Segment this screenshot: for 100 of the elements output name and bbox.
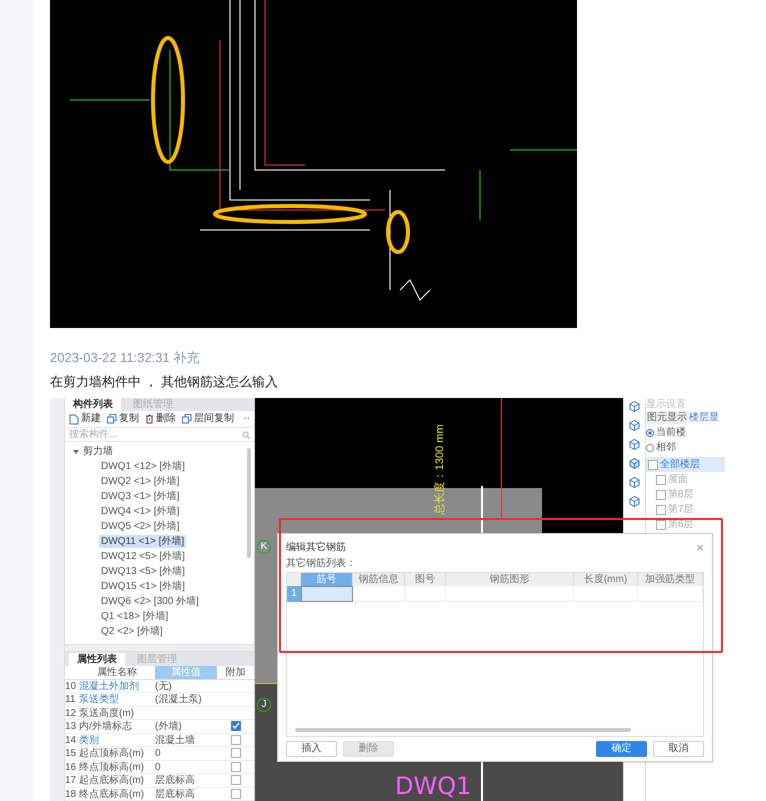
list-label: 其它钢筋列表： xyxy=(286,556,357,571)
tree-item[interactable]: DWQ15 <1> [外墙] xyxy=(99,580,187,593)
row-number: 11 xyxy=(65,693,79,706)
view-cube-icon[interactable] xyxy=(628,495,641,508)
checkbox[interactable] xyxy=(656,474,666,484)
dialog-button[interactable]: 确定 xyxy=(596,741,647,757)
table-cell: (外墙) xyxy=(155,720,217,734)
dialog-title: 编辑其它钢筋 xyxy=(286,540,346,554)
copy-icon xyxy=(182,414,192,424)
panel-tab[interactable]: 楼层显 xyxy=(688,411,720,424)
scrollbar[interactable] xyxy=(247,448,251,558)
dialog-button[interactable]: 取消 xyxy=(653,741,704,757)
radio-option[interactable]: 相邻 xyxy=(646,441,725,454)
toolbar-button[interactable]: ·· xyxy=(243,414,250,424)
tree-item[interactable]: DWQ11 <1> [外墙] xyxy=(99,535,186,548)
column-header: 属性值 xyxy=(155,666,217,680)
row-number: 12 xyxy=(65,706,79,720)
tree-item[interactable]: Q2 <2> [外墙] xyxy=(99,625,165,638)
checkmark-icon xyxy=(232,722,240,730)
row-number: 14 xyxy=(65,734,79,747)
checkbox[interactable] xyxy=(230,748,240,758)
table-cell: 混凝土墙 xyxy=(155,734,217,747)
caret-icon[interactable] xyxy=(73,448,79,454)
column-header: 筋号 xyxy=(301,573,353,586)
column-header: 长度(mm) xyxy=(574,573,638,586)
checkbox[interactable] xyxy=(230,775,240,786)
table-cell: 0 xyxy=(155,760,217,774)
view-cube-icon[interactable] xyxy=(628,476,641,489)
tree-item[interactable]: DWQ2 <1> [外墙] xyxy=(99,475,182,488)
view-cube-icon[interactable] xyxy=(628,419,641,432)
radio-option[interactable]: 当前楼 xyxy=(646,426,725,439)
checkbox[interactable] xyxy=(656,520,666,530)
checkbox[interactable] xyxy=(648,460,658,470)
dialog-button[interactable]: 插入 xyxy=(286,741,337,757)
copy-icon xyxy=(107,414,117,424)
table-cell: 层底标高 xyxy=(155,774,217,788)
table-cell: 起点顶标高(m) xyxy=(79,747,155,760)
tree-item[interactable]: DWQ1 <12> [外墙] xyxy=(99,460,187,473)
scrollbar[interactable] xyxy=(295,728,631,732)
panel-tab[interactable]: 属性列表 xyxy=(69,652,125,666)
tree-item[interactable]: DWQ12 <5> [外墙] xyxy=(99,550,187,563)
tree-item[interactable]: DWQ6 <2> [300 外墙] xyxy=(99,595,201,608)
column-header: 钢筋图形 xyxy=(446,573,574,586)
table-cell: 泵送类型 xyxy=(79,693,155,706)
search-input[interactable]: 搜索构件... xyxy=(69,429,242,440)
toolbar-button[interactable]: 层间复制 xyxy=(182,414,234,424)
dimension-text: 总长度：1300 mm xyxy=(432,424,447,514)
column-header: 钢筋信息 xyxy=(353,573,405,586)
table-cell: 终点顶标高(m) xyxy=(79,760,155,774)
checkbox[interactable] xyxy=(656,490,666,500)
table-cell: (无) xyxy=(155,680,217,693)
row-number: 18 xyxy=(65,788,79,801)
toolbar-button[interactable]: 新建 xyxy=(69,414,101,424)
question-text: 在剪力墙构件中 ， 其他钢筋这怎么输入 xyxy=(50,374,280,390)
table-cell: 类别 xyxy=(79,734,155,747)
tree-item[interactable]: Q1 <18> [外墙] xyxy=(99,610,170,623)
row-number: 10 xyxy=(65,680,79,693)
toolbar-button[interactable]: 复制 xyxy=(107,414,139,424)
radio-button[interactable] xyxy=(646,428,654,436)
radio-button[interactable] xyxy=(646,444,654,452)
axis-marker: K xyxy=(257,540,271,554)
column-header: 附加 xyxy=(217,666,254,680)
checkbox[interactable] xyxy=(230,734,240,745)
column-header: 图号 xyxy=(405,573,446,586)
trash-icon xyxy=(145,414,154,424)
table-cell: 起点底标高(m) xyxy=(79,774,155,788)
row-number: 13 xyxy=(65,720,79,734)
axis-marker: J xyxy=(257,698,271,712)
new-document-icon xyxy=(69,414,79,424)
column-header: 加强筋类型 xyxy=(638,573,703,586)
panel-splitter[interactable] xyxy=(65,644,254,652)
row-number: 16 xyxy=(65,760,79,774)
view-cube-icon[interactable] xyxy=(628,438,641,451)
search-field[interactable]: 搜索构件... xyxy=(65,428,254,442)
checkbox[interactable] xyxy=(230,721,240,732)
checkbox[interactable] xyxy=(230,788,240,799)
table-cell: (混凝土泵) xyxy=(155,693,217,706)
tree-item[interactable]: DWQ3 <1> [外墙] xyxy=(99,490,182,503)
panel-title: 显示设置 xyxy=(646,398,687,411)
tree-item[interactable]: DWQ4 <1> [外墙] xyxy=(99,505,182,518)
tree-item[interactable]: DWQ13 <5> [外墙] xyxy=(99,565,187,578)
view-cube-icon[interactable] xyxy=(628,457,641,470)
view-cube-icon[interactable] xyxy=(628,400,641,413)
table-cell: 内/外墙标志 xyxy=(79,720,155,734)
tree-item[interactable]: DWQ5 <2> [外墙] xyxy=(99,520,182,533)
toolbar-button[interactable]: 删除 xyxy=(145,414,176,424)
table-cell: 0 xyxy=(155,747,217,760)
table-cell: 混凝土外加剂 xyxy=(79,680,155,693)
tree-group-label[interactable]: 剪力墙 xyxy=(83,444,113,459)
table-cell[interactable] xyxy=(301,586,353,602)
row-number: 1 xyxy=(287,586,301,602)
panel-tab[interactable]: 构件列表 xyxy=(65,398,121,411)
checkbox[interactable] xyxy=(656,504,666,514)
table-cell: 层底标高 xyxy=(155,788,217,801)
row-number: 15 xyxy=(65,747,79,760)
panel-tab[interactable]: 图元显示 xyxy=(646,411,688,424)
checkbox[interactable] xyxy=(230,762,240,772)
search-icon xyxy=(242,430,250,438)
wall-label: DWQ1 xyxy=(395,774,472,798)
timestamp: 2023-03-22 11:32:31 补充 xyxy=(50,350,200,366)
